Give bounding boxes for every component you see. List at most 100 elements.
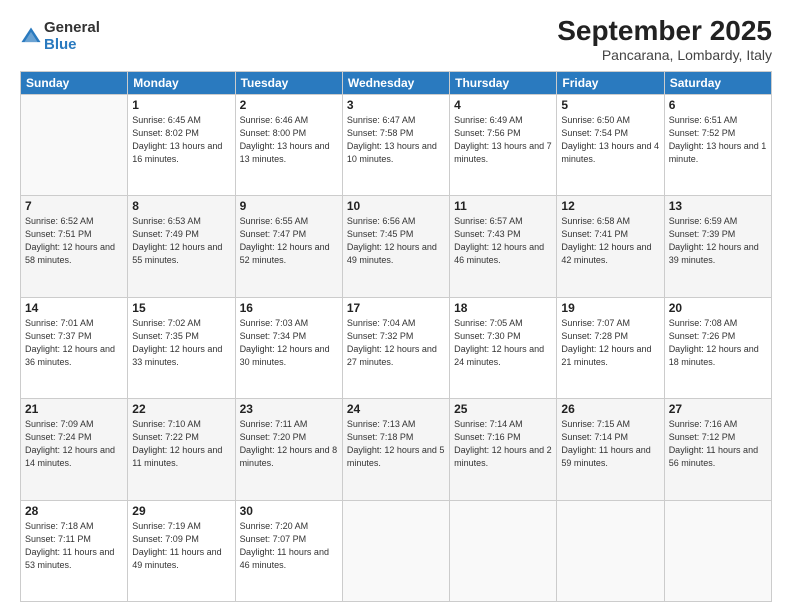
table-row xyxy=(557,500,664,601)
table-row xyxy=(342,500,449,601)
day-info: Sunrise: 6:58 AMSunset: 7:41 PMDaylight:… xyxy=(561,215,659,267)
table-row: 6 Sunrise: 6:51 AMSunset: 7:52 PMDaylight… xyxy=(664,94,771,195)
table-row: 15 Sunrise: 7:02 AMSunset: 7:35 PMDayligh… xyxy=(128,297,235,398)
day-info: Sunrise: 7:03 AMSunset: 7:34 PMDaylight:… xyxy=(240,317,338,369)
day-info: Sunrise: 6:49 AMSunset: 7:56 PMDaylight:… xyxy=(454,114,552,166)
table-row: 11Sunrise: 6:57 AMSunset: 7:43 PMDayligh… xyxy=(450,196,557,297)
page: General Blue September 2025 Pancarana, L… xyxy=(0,0,792,612)
day-number: 8 xyxy=(132,199,230,213)
day-info: Sunrise: 6:47 AMSunset: 7:58 PMDaylight:… xyxy=(347,114,445,166)
day-number: 24 xyxy=(347,402,445,416)
col-friday: Friday xyxy=(557,71,664,94)
day-info: Sunrise: 7:15 AMSunset: 7:14 PMDaylight:… xyxy=(561,418,659,470)
day-info: Sunrise: 6:53 AMSunset: 7:49 PMDaylight:… xyxy=(132,215,230,267)
day-info: Sunrise: 7:01 AMSunset: 7:37 PMDaylight:… xyxy=(25,317,123,369)
table-row: 14 Sunrise: 7:01 AMSunset: 7:37 PMDayligh… xyxy=(21,297,128,398)
day-number: 25 xyxy=(454,402,552,416)
day-number: 9 xyxy=(240,199,338,213)
day-number: 16 xyxy=(240,301,338,315)
calendar-row: 7Sunrise: 6:52 AMSunset: 7:51 PMDaylight… xyxy=(21,196,772,297)
table-row xyxy=(21,94,128,195)
table-row: 21 Sunrise: 7:09 AMSunset: 7:24 PMDayligh… xyxy=(21,399,128,500)
day-number: 19 xyxy=(561,301,659,315)
day-number: 2 xyxy=(240,98,338,112)
day-info: Sunrise: 7:09 AMSunset: 7:24 PMDaylight:… xyxy=(25,418,123,470)
table-row: 10 Sunrise: 6:56 AMSunset: 7:45 PMDayligh… xyxy=(342,196,449,297)
table-row: 12Sunrise: 6:58 AMSunset: 7:41 PMDayligh… xyxy=(557,196,664,297)
table-row: 2Sunrise: 6:46 AMSunset: 8:00 PMDaylight… xyxy=(235,94,342,195)
table-row: 19 Sunrise: 7:07 AMSunset: 7:28 PMDayligh… xyxy=(557,297,664,398)
logo-icon xyxy=(20,26,42,48)
day-info: Sunrise: 6:45 AMSunset: 8:02 PMDaylight:… xyxy=(132,114,230,166)
day-number: 28 xyxy=(25,504,123,518)
logo-text: General Blue xyxy=(44,20,100,53)
day-number: 21 xyxy=(25,402,123,416)
day-info: Sunrise: 7:02 AMSunset: 7:35 PMDaylight:… xyxy=(132,317,230,369)
day-number: 1 xyxy=(132,98,230,112)
day-info: Sunrise: 7:07 AMSunset: 7:28 PMDaylight:… xyxy=(561,317,659,369)
month-title: September 2025 xyxy=(557,16,772,47)
table-row: 23Sunrise: 7:11 AMSunset: 7:20 PMDayligh… xyxy=(235,399,342,500)
table-row: 8 Sunrise: 6:53 AMSunset: 7:49 PMDaylight… xyxy=(128,196,235,297)
day-info: Sunrise: 6:51 AMSunset: 7:52 PMDaylight:… xyxy=(669,114,767,166)
day-info: Sunrise: 6:50 AMSunset: 7:54 PMDaylight:… xyxy=(561,114,659,166)
calendar: Sunday Monday Tuesday Wednesday Thursday… xyxy=(20,71,772,602)
day-info: Sunrise: 7:14 AMSunset: 7:16 PMDaylight:… xyxy=(454,418,552,470)
day-info: Sunrise: 7:04 AMSunset: 7:32 PMDaylight:… xyxy=(347,317,445,369)
day-number: 20 xyxy=(669,301,767,315)
table-row: 9 Sunrise: 6:55 AMSunset: 7:47 PMDaylight… xyxy=(235,196,342,297)
table-row: 27 Sunrise: 7:16 AMSunset: 7:12 PMDayligh… xyxy=(664,399,771,500)
day-info: Sunrise: 7:08 AMSunset: 7:26 PMDaylight:… xyxy=(669,317,767,369)
day-number: 17 xyxy=(347,301,445,315)
table-row: 7Sunrise: 6:52 AMSunset: 7:51 PMDaylight… xyxy=(21,196,128,297)
day-number: 14 xyxy=(25,301,123,315)
day-number: 27 xyxy=(669,402,767,416)
col-monday: Monday xyxy=(128,71,235,94)
day-info: Sunrise: 7:13 AMSunset: 7:18 PMDaylight:… xyxy=(347,418,445,470)
day-number: 10 xyxy=(347,199,445,213)
day-info: Sunrise: 7:19 AMSunset: 7:09 PMDaylight:… xyxy=(132,520,230,572)
subtitle: Pancarana, Lombardy, Italy xyxy=(557,47,772,63)
day-info: Sunrise: 6:56 AMSunset: 7:45 PMDaylight:… xyxy=(347,215,445,267)
day-info: Sunrise: 6:55 AMSunset: 7:47 PMDaylight:… xyxy=(240,215,338,267)
col-sunday: Sunday xyxy=(21,71,128,94)
day-number: 6 xyxy=(669,98,767,112)
day-number: 15 xyxy=(132,301,230,315)
day-info: Sunrise: 7:16 AMSunset: 7:12 PMDaylight:… xyxy=(669,418,767,470)
table-row: 18Sunrise: 7:05 AMSunset: 7:30 PMDayligh… xyxy=(450,297,557,398)
calendar-header-row: Sunday Monday Tuesday Wednesday Thursday… xyxy=(21,71,772,94)
day-info: Sunrise: 7:18 AMSunset: 7:11 PMDaylight:… xyxy=(25,520,123,572)
calendar-row: 1 Sunrise: 6:45 AMSunset: 8:02 PMDaylight… xyxy=(21,94,772,195)
title-block: September 2025 Pancarana, Lombardy, Ital… xyxy=(557,16,772,63)
table-row: 5 Sunrise: 6:50 AMSunset: 7:54 PMDaylight… xyxy=(557,94,664,195)
table-row: 28 Sunrise: 7:18 AMSunset: 7:11 PMDayligh… xyxy=(21,500,128,601)
table-row: 4 Sunrise: 6:49 AMSunset: 7:56 PMDaylight… xyxy=(450,94,557,195)
day-number: 4 xyxy=(454,98,552,112)
table-row: 17 Sunrise: 7:04 AMSunset: 7:32 PMDayligh… xyxy=(342,297,449,398)
day-number: 30 xyxy=(240,504,338,518)
table-row xyxy=(664,500,771,601)
col-thursday: Thursday xyxy=(450,71,557,94)
table-row: 16 Sunrise: 7:03 AMSunset: 7:34 PMDayligh… xyxy=(235,297,342,398)
table-row: 25 Sunrise: 7:14 AMSunset: 7:16 PMDayligh… xyxy=(450,399,557,500)
table-row: 24 Sunrise: 7:13 AMSunset: 7:18 PMDayligh… xyxy=(342,399,449,500)
day-info: Sunrise: 7:10 AMSunset: 7:22 PMDaylight:… xyxy=(132,418,230,470)
logo: General Blue xyxy=(20,20,100,53)
day-number: 11 xyxy=(454,199,552,213)
day-number: 5 xyxy=(561,98,659,112)
day-number: 23 xyxy=(240,402,338,416)
table-row: 26Sunrise: 7:15 AMSunset: 7:14 PMDayligh… xyxy=(557,399,664,500)
calendar-row: 14 Sunrise: 7:01 AMSunset: 7:37 PMDayligh… xyxy=(21,297,772,398)
table-row: 22 Sunrise: 7:10 AMSunset: 7:22 PMDayligh… xyxy=(128,399,235,500)
table-row: 29Sunrise: 7:19 AMSunset: 7:09 PMDayligh… xyxy=(128,500,235,601)
table-row: 30 Sunrise: 7:20 AMSunset: 7:07 PMDayligh… xyxy=(235,500,342,601)
day-info: Sunrise: 7:20 AMSunset: 7:07 PMDaylight:… xyxy=(240,520,338,572)
header: General Blue September 2025 Pancarana, L… xyxy=(20,16,772,63)
day-number: 22 xyxy=(132,402,230,416)
day-number: 7 xyxy=(25,199,123,213)
logo-general: General xyxy=(44,20,100,37)
day-number: 13 xyxy=(669,199,767,213)
table-row: 1 Sunrise: 6:45 AMSunset: 8:02 PMDaylight… xyxy=(128,94,235,195)
day-info: Sunrise: 6:59 AMSunset: 7:39 PMDaylight:… xyxy=(669,215,767,267)
table-row: 3Sunrise: 6:47 AMSunset: 7:58 PMDaylight… xyxy=(342,94,449,195)
